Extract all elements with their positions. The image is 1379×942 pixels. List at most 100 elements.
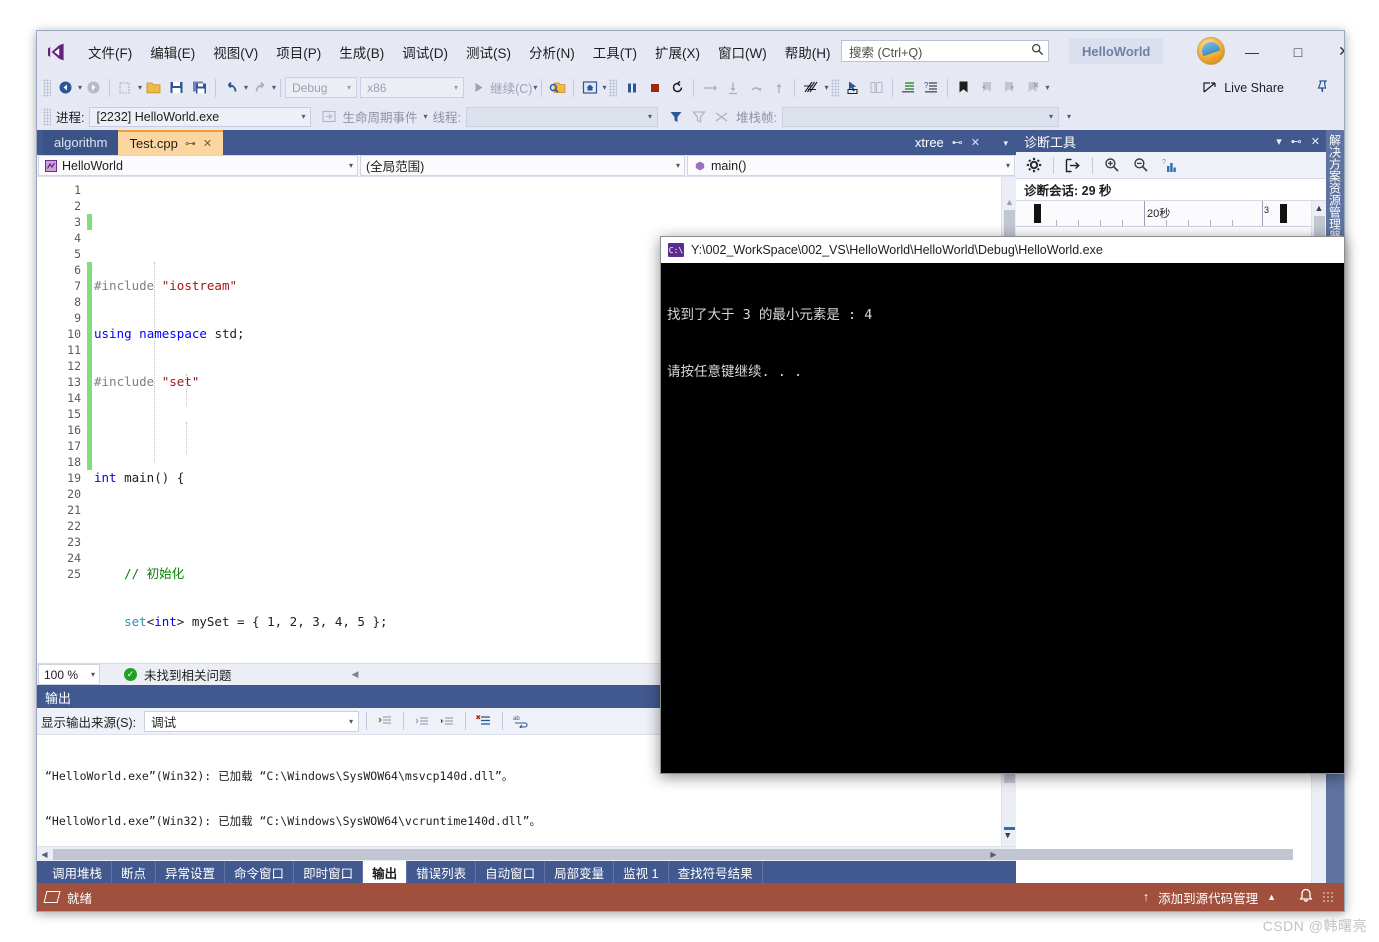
tab-test-cpp[interactable]: Test.cpp ⊶ ✕: [118, 130, 224, 155]
bottom-tab-autos[interactable]: 自动窗口: [476, 861, 546, 883]
menu-build[interactable]: 生成(B): [330, 38, 393, 66]
break-all-button[interactable]: [620, 76, 643, 99]
menu-view[interactable]: 视图(V): [204, 38, 267, 66]
pin-icon[interactable]: ⊶: [185, 137, 196, 150]
horizontal-scroll-left-arrow-icon[interactable]: ◀: [352, 669, 359, 680]
toolbar-grip-2[interactable]: [609, 78, 618, 97]
chevron-down-icon[interactable]: ▾: [1276, 135, 1282, 148]
export-arrow-icon[interactable]: [1061, 154, 1085, 176]
tab-xtree[interactable]: xtree ⊷ ✕: [906, 130, 988, 155]
zoom-level-combo[interactable]: 100 % ▾: [38, 664, 100, 685]
scroll-down-arrow-icon[interactable]: ▼: [1005, 829, 1010, 844]
bottom-tab-call-stack[interactable]: 调用堆栈: [43, 861, 113, 883]
live-share-button[interactable]: Live Share: [1202, 79, 1284, 97]
filter-icon[interactable]: [664, 105, 687, 128]
bookmark-button[interactable]: [952, 76, 975, 99]
debugbar-overflow-caret-icon[interactable]: ▾: [1067, 112, 1071, 121]
restart-button[interactable]: [666, 76, 689, 99]
find-message-button[interactable]: [374, 710, 396, 732]
menu-window[interactable]: 窗口(W): [709, 38, 776, 66]
pin-icon[interactable]: ⊷: [1291, 135, 1302, 148]
tab-algorithm[interactable]: algorithm: [43, 130, 119, 155]
close-icon[interactable]: ✕: [1311, 135, 1320, 148]
bottom-tab-command-window[interactable]: 命令窗口: [225, 861, 295, 883]
source-control-label[interactable]: 添加到源代码管理: [1158, 888, 1258, 907]
close-button[interactable]: ✕: [1321, 31, 1344, 72]
continue-play-icon[interactable]: [467, 76, 490, 99]
continue-caret-icon[interactable]: ▾: [533, 83, 537, 92]
bottom-tab-watch-1[interactable]: 监视 1: [614, 861, 669, 883]
bottom-tab-immediate-window[interactable]: 即时窗口: [294, 861, 364, 883]
select-element-button[interactable]: [842, 76, 865, 99]
navbar-scope-combo[interactable]: (全局范围) ▾: [360, 155, 685, 176]
next-message-button[interactable]: [436, 710, 458, 732]
process-combo[interactable]: [2232] HelloWorld.exe ▾: [89, 106, 312, 127]
maximize-button[interactable]: □: [1275, 31, 1321, 72]
toolbar-grip[interactable]: [43, 78, 51, 97]
menu-tools[interactable]: 工具(T): [584, 38, 646, 66]
close-icon[interactable]: ✕: [203, 137, 212, 150]
bottom-tab-find-symbol-results[interactable]: 查找符号结果: [669, 861, 763, 883]
hot-reload-button[interactable]: [799, 76, 823, 99]
avatar[interactable]: [1197, 37, 1225, 65]
bottom-tab-exception-settings[interactable]: 异常设置: [156, 861, 226, 883]
tab-overflow-caret-icon[interactable]: ▾: [1003, 138, 1008, 149]
diagnostics-timeline-ruler[interactable]: 20秒 3: [1016, 201, 1311, 227]
scroll-up-arrow-icon[interactable]: ▲: [1005, 197, 1014, 207]
navbar-project-combo[interactable]: HelloWorld ▾: [38, 155, 358, 176]
scrollbar-thumb[interactable]: [53, 849, 1293, 860]
source-control-caret-icon[interactable]: ▲: [1267, 892, 1276, 902]
menu-help[interactable]: 帮助(H): [776, 38, 840, 66]
stackframe-combo[interactable]: ▾: [781, 106, 1059, 127]
output-horizontal-scrollbar[interactable]: ◀ ▶: [37, 846, 1293, 862]
output-source-combo[interactable]: 调试 ▾: [144, 710, 360, 732]
bottom-tab-output[interactable]: 输出: [363, 861, 408, 883]
attach-to-process-button[interactable]: [546, 76, 569, 99]
save-button[interactable]: [165, 76, 188, 99]
menu-test[interactable]: 测试(S): [457, 38, 520, 66]
scroll-up-arrow-icon[interactable]: ▲: [1315, 203, 1324, 213]
menu-extensions[interactable]: 扩展(X): [646, 38, 709, 66]
uncomment-selection-button[interactable]: ?: [920, 76, 943, 99]
previous-message-button[interactable]: [411, 710, 433, 732]
toggle-word-wrap-button[interactable]: ab: [510, 710, 532, 732]
solution-configuration-combo[interactable]: Debug ▾: [285, 77, 358, 98]
solution-platform-combo[interactable]: x86 ▾: [360, 77, 465, 98]
redo-caret-icon[interactable]: ▾: [272, 83, 276, 92]
search-input[interactable]: 搜索 (Ctrl+Q): [841, 40, 1049, 62]
bottom-tab-locals[interactable]: 局部变量: [545, 861, 615, 883]
toolbar-pin-icon[interactable]: [1314, 79, 1330, 97]
stop-debugging-button[interactable]: [643, 76, 666, 99]
debugbar-grip[interactable]: [43, 107, 51, 126]
menu-edit[interactable]: 编辑(E): [141, 38, 204, 66]
undo-button[interactable]: [220, 76, 243, 99]
toolbar-overflow-caret-icon[interactable]: ▾: [1045, 83, 1049, 92]
bottom-tab-breakpoints[interactable]: 断点: [112, 861, 157, 883]
open-file-button[interactable]: [142, 76, 165, 99]
new-project-button[interactable]: [114, 76, 137, 99]
navigate-backward-button[interactable]: [54, 76, 77, 99]
project-name-chip[interactable]: HelloWorld: [1069, 38, 1164, 64]
toolbar-grip-3[interactable]: [831, 78, 840, 97]
chart-icon[interactable]: ?: [1158, 154, 1182, 176]
scroll-right-arrow-icon[interactable]: ▶: [986, 847, 1001, 862]
home-window-button[interactable]: [578, 76, 601, 99]
continue-button-label[interactable]: 继续(C): [490, 78, 532, 97]
lifecycle-caret-icon[interactable]: ▾: [424, 112, 428, 121]
save-all-button[interactable]: [188, 76, 211, 99]
menu-file[interactable]: 文件(F): [79, 38, 141, 66]
settings-gear-icon[interactable]: [1022, 154, 1046, 176]
clear-all-button[interactable]: [473, 710, 495, 732]
hot-reload-caret-icon[interactable]: ▾: [824, 83, 828, 92]
bottom-tab-error-list[interactable]: 错误列表: [407, 861, 477, 883]
menu-analyze[interactable]: 分析(N): [520, 38, 584, 66]
console-title-bar[interactable]: C:\ Y:\002_WorkSpace\002_VS\HelloWorld\H…: [661, 237, 1344, 263]
zoom-in-icon[interactable]: [1100, 154, 1124, 176]
notifications-bell-icon[interactable]: [1299, 888, 1313, 906]
close-icon[interactable]: ✕: [971, 136, 980, 149]
menu-debug[interactable]: 调试(D): [393, 38, 457, 66]
navbar-member-combo[interactable]: main() ▾: [687, 155, 1015, 176]
thread-combo[interactable]: ▾: [466, 106, 658, 127]
resize-grip[interactable]: [1322, 891, 1334, 903]
home-caret-icon[interactable]: ▾: [602, 83, 606, 92]
